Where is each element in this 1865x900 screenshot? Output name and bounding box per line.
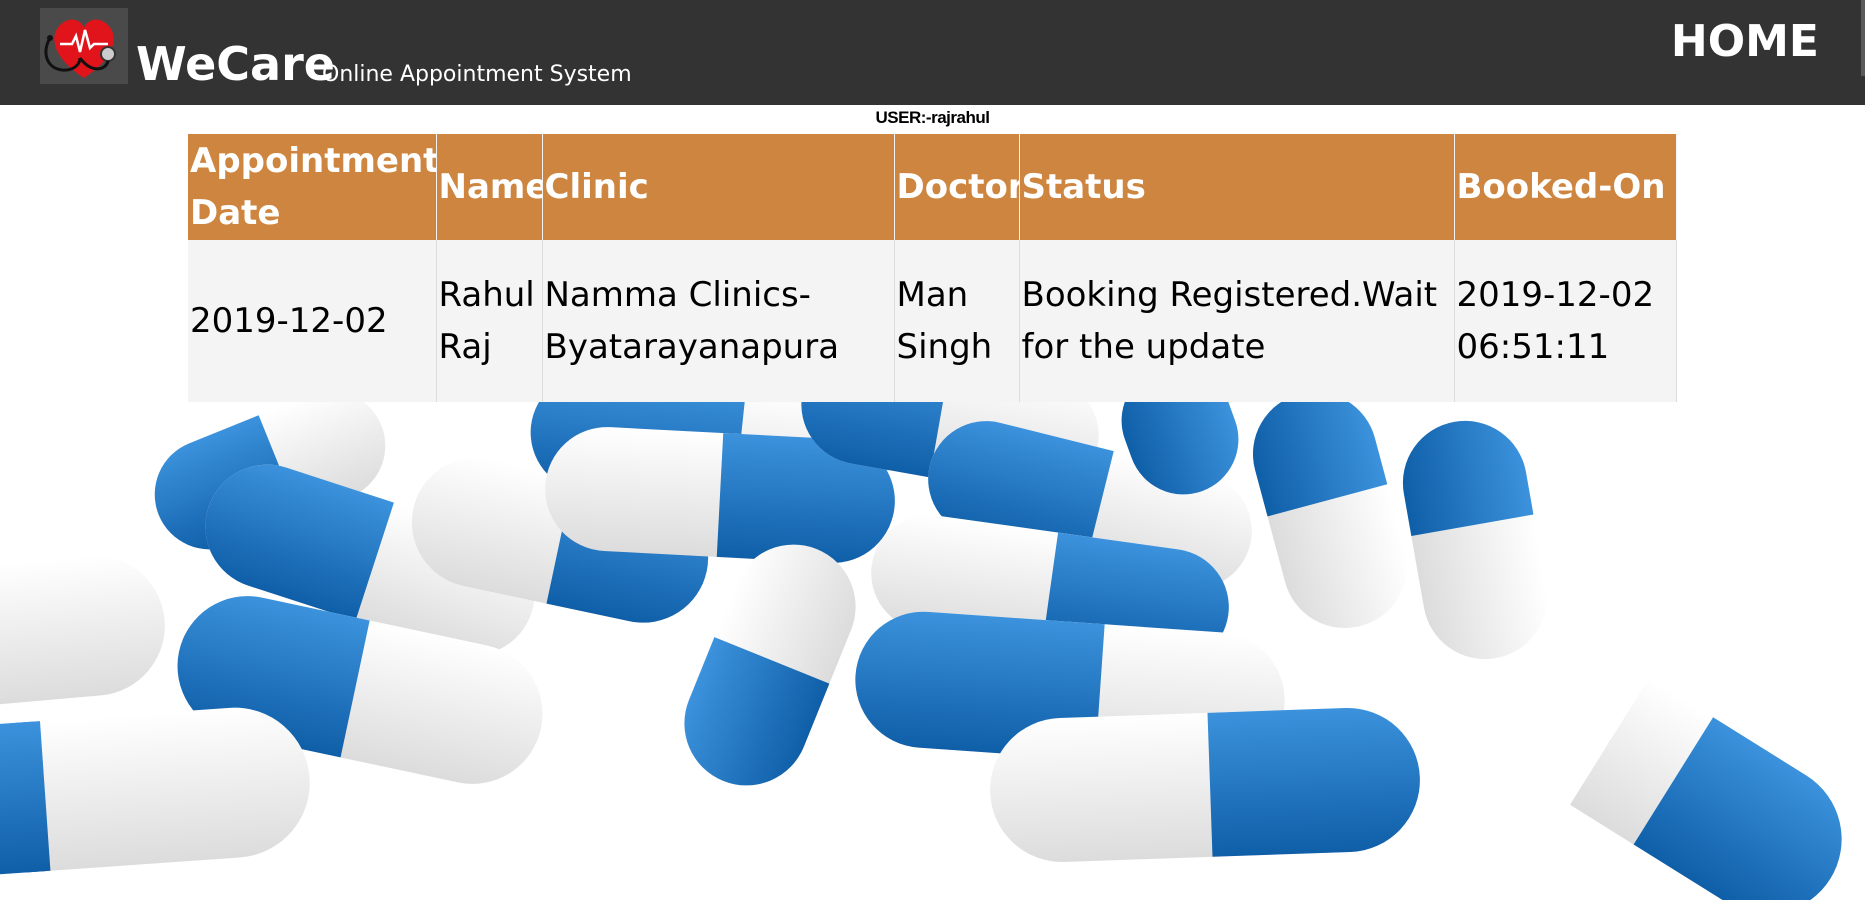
brand-name: WeCare — [136, 37, 335, 91]
current-user-label: USER:-rajrahul — [875, 108, 990, 127]
cell-name: Rahul Raj — [436, 240, 543, 402]
column-header-name: Name — [436, 134, 543, 240]
cell-booked-on: 2019-12-02 06:51:11 — [1454, 240, 1677, 402]
scrollbar[interactable] — [1861, 0, 1865, 76]
cell-status: Booking Registered.Wait for the update — [1019, 240, 1455, 402]
top-navbar: WeCare Online Appointment System HOME — [0, 0, 1865, 105]
table-header-row: Appointment-Date Name Clinic Doctor Stat… — [188, 134, 1677, 240]
column-header-appointment-date: Appointment-Date — [188, 134, 437, 240]
cell-doctor: Man Singh — [894, 240, 1020, 402]
appointments-table: Appointment-Date Name Clinic Doctor Stat… — [188, 134, 1677, 402]
column-header-status: Status — [1019, 134, 1455, 240]
cell-clinic: Namma Clinics-Byatarayanapura — [542, 240, 895, 402]
brand-tagline: Online Appointment System — [322, 62, 632, 87]
page: WeCare Online Appointment System HOME US… — [0, 0, 1865, 900]
column-header-doctor: Doctor — [894, 134, 1020, 240]
capsules-background-image — [0, 390, 1865, 900]
home-link[interactable]: HOME — [1671, 14, 1819, 70]
column-header-clinic: Clinic — [542, 134, 895, 240]
heart-stethoscope-icon[interactable] — [40, 8, 128, 84]
table-row: 2019-12-02 Rahul Raj Namma Clinics-Byata… — [188, 240, 1677, 402]
cell-appointment-date: 2019-12-02 — [188, 240, 437, 402]
column-header-booked-on: Booked-On — [1454, 134, 1677, 240]
